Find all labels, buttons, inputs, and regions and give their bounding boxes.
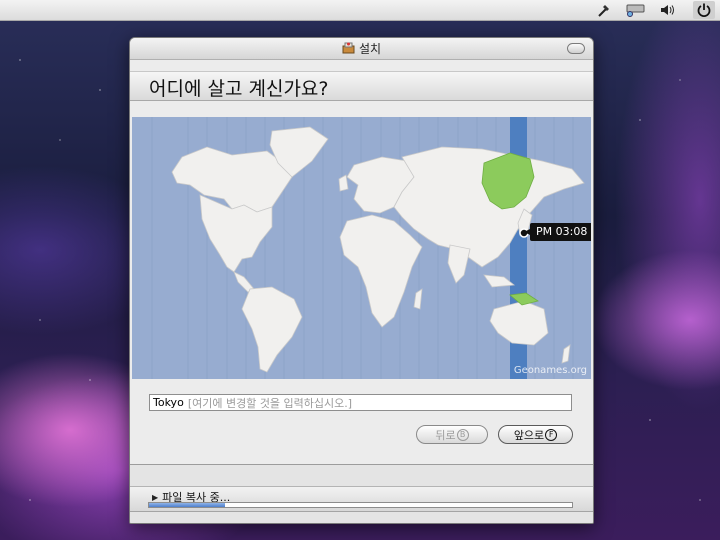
top-panel bbox=[0, 0, 720, 21]
window-titlebar[interactable]: 설치 bbox=[130, 38, 593, 60]
volume-icon[interactable] bbox=[658, 1, 678, 19]
question-header: 어디에 살고 계신가요? bbox=[130, 71, 593, 101]
installer-icon bbox=[342, 39, 355, 58]
back-button-label: 뒤로 bbox=[435, 428, 456, 442]
copy-progress-fill bbox=[149, 503, 226, 507]
map-attribution: Geonames.org bbox=[513, 365, 587, 376]
location-input[interactable]: Tokyo [여기에 변경할 것을 입력하십시오.] bbox=[149, 394, 572, 411]
network-icon[interactable] bbox=[623, 1, 647, 19]
timezone-map[interactable]: PM 03:08 Geonames.org bbox=[132, 117, 591, 379]
forward-mnemonic: F bbox=[545, 428, 558, 441]
status-band: ▶ 파일 복사 중... bbox=[130, 486, 593, 512]
window-title: 설치 bbox=[358, 42, 382, 56]
power-icon[interactable] bbox=[693, 1, 715, 19]
installer-window: 설치 어디에 살고 계신가요? PM 03:08 Geonames.org To… bbox=[129, 37, 594, 524]
tool-icon[interactable] bbox=[595, 1, 613, 19]
page-question: 어디에 살고 계신가요? bbox=[149, 78, 329, 100]
back-button[interactable]: 뒤로 B bbox=[416, 425, 488, 444]
status-area: ▶ 파일 복사 중... bbox=[130, 464, 593, 523]
back-mnemonic: B bbox=[456, 428, 469, 441]
forward-button-label: 앞으로 bbox=[513, 428, 545, 442]
time-tooltip: PM 03:08 bbox=[523, 223, 591, 241]
location-value: Tokyo bbox=[153, 396, 184, 409]
expander-arrow-icon: ▶ bbox=[152, 492, 159, 502]
copy-progress-bar bbox=[148, 502, 573, 508]
forward-button[interactable]: 앞으로 F bbox=[498, 425, 573, 444]
location-hint: [여기에 변경할 것을 입력하십시오.] bbox=[187, 396, 353, 410]
window-collapse-button[interactable] bbox=[567, 43, 585, 54]
